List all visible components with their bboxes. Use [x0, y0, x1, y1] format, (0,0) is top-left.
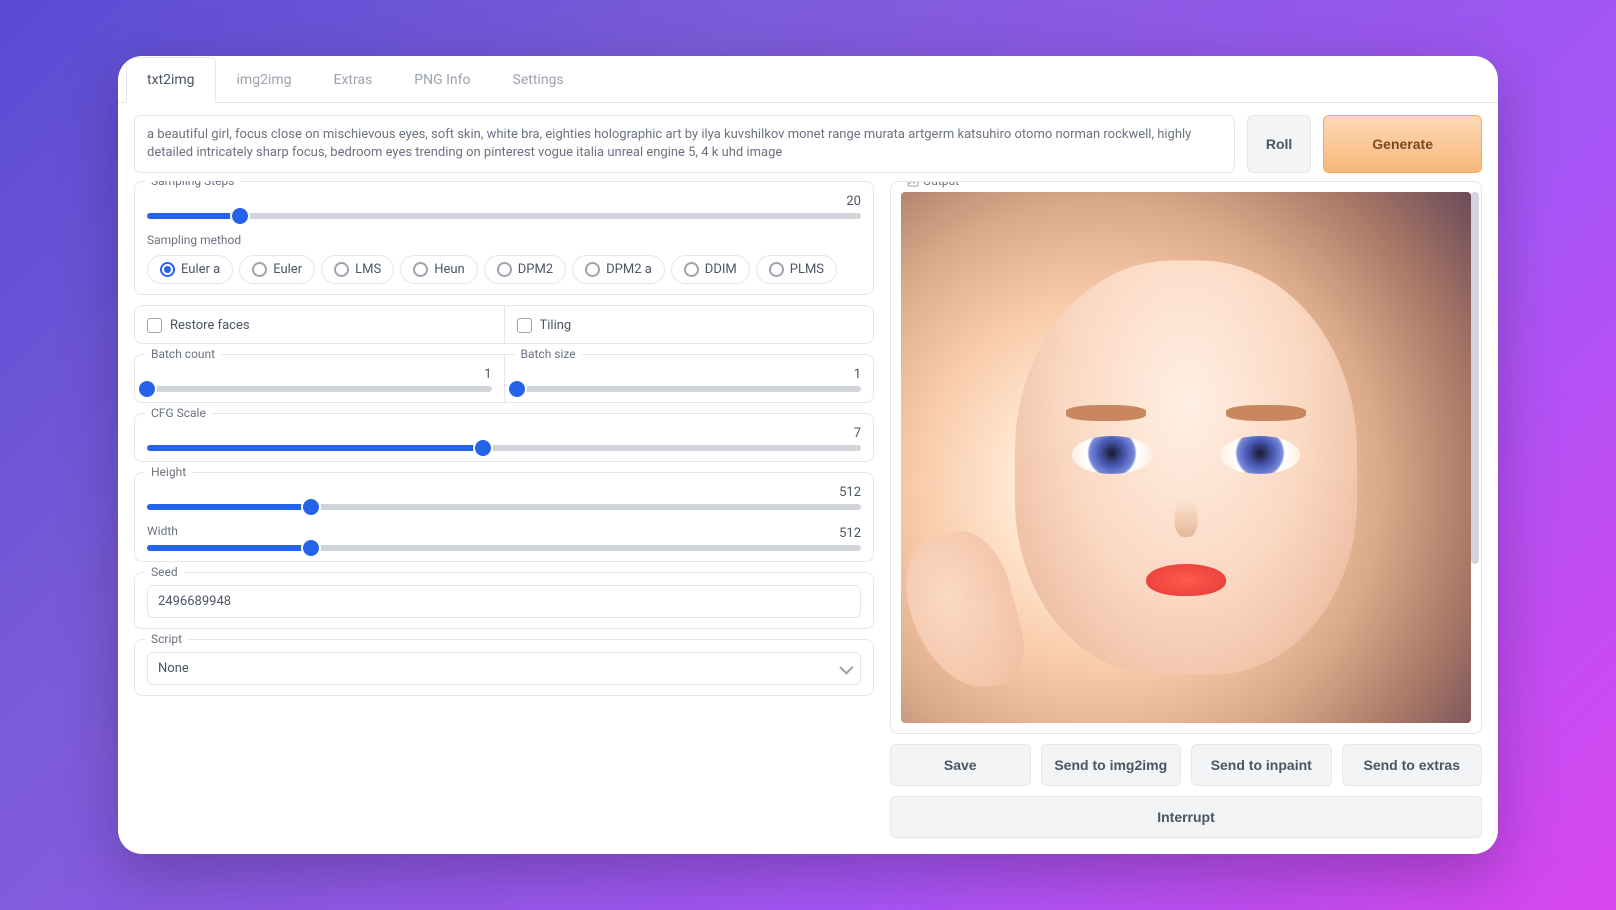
restore-faces-group: Restore faces	[134, 305, 504, 344]
prompt-input[interactable]	[134, 115, 1235, 173]
batch-count-value: 1	[484, 367, 491, 382]
output-frame: Output	[890, 181, 1482, 734]
sampling-group: Sampling Steps 20 Sampling method Euler …	[134, 181, 874, 295]
cfg-scale-slider[interactable]	[147, 445, 861, 451]
width-value: 512	[839, 526, 861, 541]
height-slider[interactable]	[147, 504, 861, 510]
sampling-steps-slider[interactable]	[147, 213, 861, 219]
seed-input[interactable]	[147, 585, 861, 618]
image-icon	[907, 181, 919, 187]
roll-button[interactable]: Roll	[1247, 115, 1311, 173]
script-select[interactable]: None	[147, 652, 861, 685]
output-scrollbar[interactable]	[1471, 192, 1479, 723]
app-window: txt2img img2img Extras PNG Info Settings…	[118, 56, 1498, 854]
batch-size-slider[interactable]	[517, 386, 862, 392]
batch-count-slider[interactable]	[147, 386, 492, 392]
tiling-checkbox[interactable]: Tiling	[517, 318, 862, 333]
script-group: Script None	[134, 639, 874, 696]
radio-ddim[interactable]: DDIM	[671, 255, 750, 284]
sampling-steps-label: Sampling Steps	[145, 181, 240, 188]
batch-size-value: 1	[854, 367, 861, 382]
dimensions-group: Height 512 Width 512	[134, 472, 874, 562]
width-slider[interactable]	[147, 545, 861, 551]
top-row: Roll Generate	[118, 103, 1498, 181]
settings-panel: Sampling Steps 20 Sampling method Euler …	[134, 181, 874, 838]
output-label: Output	[901, 181, 965, 188]
tab-img2img[interactable]: img2img	[216, 57, 313, 103]
radio-lms[interactable]: LMS	[321, 255, 394, 284]
chevron-down-icon	[839, 660, 853, 674]
generated-image[interactable]	[901, 192, 1471, 723]
seed-group: Seed	[134, 572, 874, 629]
script-label: Script	[145, 632, 188, 646]
radio-plms[interactable]: PLMS	[756, 255, 837, 284]
batch-count-group: Batch count 1	[134, 354, 504, 403]
radio-dpm2[interactable]: DPM2	[484, 255, 566, 284]
interrupt-button[interactable]: Interrupt	[890, 796, 1482, 838]
height-value: 512	[839, 485, 861, 500]
cfg-scale-label: CFG Scale	[145, 406, 212, 420]
output-panel: Output Save Send to	[890, 181, 1482, 838]
send-img2img-button[interactable]: Send to img2img	[1041, 744, 1182, 786]
radio-heun[interactable]: Heun	[400, 255, 478, 284]
send-extras-button[interactable]: Send to extras	[1342, 744, 1483, 786]
sampling-steps-value: 20	[846, 194, 861, 209]
send-inpaint-button[interactable]: Send to inpaint	[1191, 744, 1332, 786]
tab-settings[interactable]: Settings	[492, 57, 585, 103]
sampling-method-label: Sampling method	[147, 233, 861, 247]
tab-bar: txt2img img2img Extras PNG Info Settings	[118, 56, 1498, 103]
tab-extras[interactable]: Extras	[313, 57, 394, 103]
radio-euler[interactable]: Euler	[239, 255, 315, 284]
generate-button[interactable]: Generate	[1323, 115, 1482, 173]
restore-faces-checkbox[interactable]: Restore faces	[147, 318, 492, 333]
cfg-scale-group: CFG Scale 7	[134, 413, 874, 462]
seed-label: Seed	[145, 565, 184, 579]
radio-euler-a[interactable]: Euler a	[147, 255, 233, 284]
tab-txt2img[interactable]: txt2img	[126, 57, 216, 103]
batch-size-group: Batch size 1	[504, 354, 875, 403]
sampling-method-radios: Euler a Euler LMS Heun DPM2 DPM2 a DDIM …	[147, 255, 861, 284]
batch-count-label: Batch count	[145, 347, 221, 361]
action-row: Save Send to img2img Send to inpaint Sen…	[890, 744, 1482, 786]
batch-size-label: Batch size	[515, 347, 582, 361]
tiling-group: Tiling	[504, 305, 875, 344]
cfg-scale-value: 7	[854, 426, 861, 441]
save-button[interactable]: Save	[890, 744, 1031, 786]
radio-dpm2a[interactable]: DPM2 a	[572, 255, 665, 284]
height-label: Height	[145, 465, 192, 479]
tab-pnginfo[interactable]: PNG Info	[393, 57, 491, 103]
